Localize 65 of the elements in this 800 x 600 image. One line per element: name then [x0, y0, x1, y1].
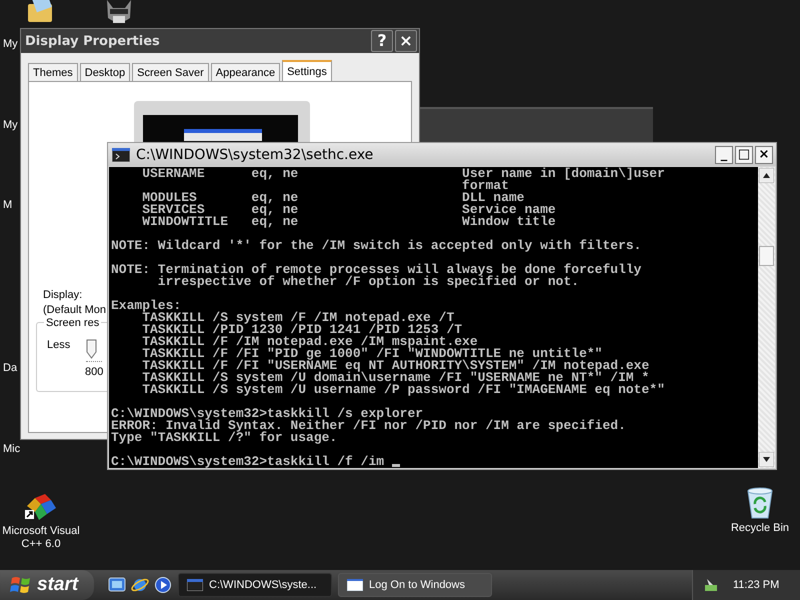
desktop-icon-label[interactable]: Da	[3, 362, 18, 374]
media-player-icon[interactable]	[154, 576, 172, 594]
console-line: SERVICES eq, ne Service name	[141, 204, 556, 216]
maximize-button[interactable]: □	[735, 146, 753, 164]
console-line: TASKKILL /S system /U username /P password /FI "IMAGENAME eq note*"	[141, 384, 665, 396]
desktop-icon-label[interactable]: Microsoft Visual C++ 6.0	[0, 525, 82, 551]
windows-flag-icon	[10, 575, 32, 595]
group-title: Screen res	[44, 317, 102, 329]
slider-min-label: Less	[47, 339, 70, 351]
console-line: TASKKILL /S system /U domain\username /FI "USERNAME ne NT*" /IM *	[141, 372, 650, 384]
app-icon[interactable]	[25, 492, 57, 522]
tab[interactable]: Appearance	[210, 63, 280, 81]
console-line: format	[461, 180, 509, 192]
console-line: MODULES eq, ne DLL name	[141, 192, 524, 204]
desktop-icon-label[interactable]: My	[3, 38, 18, 50]
console-line: TASKKILL /F /FI "PID ge 1000" /FI "WINDOWTITLE ne untitle*"	[141, 348, 602, 360]
minimize-button[interactable]: _	[715, 146, 733, 164]
display-value: (Default Mon	[43, 304, 106, 316]
clock: 11:23 PM	[733, 579, 780, 591]
scroll-up-arrow-icon[interactable]	[759, 168, 774, 183]
desktop-icon-label[interactable]: My	[3, 119, 18, 131]
scroll-down-arrow-icon[interactable]	[759, 452, 774, 467]
start-button[interactable]: start	[0, 570, 94, 600]
tab[interactable]: Desktop	[80, 63, 130, 81]
console-line: NOTE: Termination of remote processes will always be done forcefully	[111, 264, 642, 276]
recycle-bin-icon[interactable]	[745, 487, 775, 519]
scroll-thumb[interactable]	[759, 246, 774, 266]
console-line: C:\WINDOWS\system32>taskkill /s explorer	[111, 408, 424, 420]
console-line: ERROR: Invalid Syntax. Neither /FI nor /PID nor /IM are specified.	[111, 420, 626, 432]
taskbar-button[interactable]: C:\WINDOWS\syste...	[178, 573, 332, 597]
console-icon	[187, 579, 203, 591]
desktop-icon[interactable]	[108, 576, 126, 594]
close-button[interactable]: ×	[755, 146, 773, 164]
display-label: Display:	[43, 289, 82, 301]
console-line: irrespective of whether /F option is specified or not.	[156, 276, 580, 288]
scroll-bar[interactable]	[758, 167, 775, 468]
console-line: C:\WINDOWS\system32>taskkill /f /im	[111, 456, 386, 468]
window-icon	[347, 579, 363, 591]
desktop-icon-label[interactable]: M	[3, 199, 12, 211]
console-line: Examples:	[111, 300, 182, 312]
console-line: NOTE: Wildcard '*' for the /IM switch is accepted only with filters.	[111, 240, 642, 252]
window-title: C:\WINDOWS\system32\sethc.exe	[136, 146, 374, 162]
slider-thumb[interactable]	[86, 339, 98, 359]
console-line: TASKKILL /S system /F /IM notepad.exe /T	[142, 312, 454, 324]
console-line: TASKKILL /F /FI "USERNAME eq NT AUTHORITY\SYSTEM" /IM notepad.exe	[141, 360, 650, 372]
browser-icon[interactable]	[131, 576, 149, 594]
console-line: WINDOWTITLE eq, ne Window title	[141, 216, 556, 228]
tab[interactable]: Themes	[28, 63, 78, 81]
tab[interactable]: Screen Saver	[132, 63, 209, 81]
console-line: TASKKILL /PID 1230 /PID 1241 /PID 1253 /T	[141, 324, 462, 336]
folder-icon[interactable]	[26, 0, 54, 24]
resolution-value: 800	[85, 366, 104, 378]
taskbar-button[interactable]: Log On to Windows	[338, 573, 492, 597]
desktop-icon-label[interactable]: Recycle Bin	[730, 522, 790, 535]
console-icon	[112, 148, 130, 162]
console-line: Type "TASKKILL /?" for usage.	[111, 432, 338, 444]
help-button[interactable]: ?	[371, 30, 393, 52]
console-line: TASKKILL /F /IM notepad.exe /IM mspaint.exe	[141, 336, 478, 348]
desktop-icon-label[interactable]: Mic	[3, 443, 20, 455]
tab[interactable]: Settings	[282, 60, 332, 81]
window-title: Display Properties	[25, 34, 161, 48]
resolution-slider[interactable]	[86, 339, 102, 362]
close-button[interactable]: ×	[395, 30, 417, 52]
console-line: USERNAME eq, ne User name in [domain\]user	[141, 168, 665, 180]
tray-icon[interactable]	[703, 577, 719, 593]
